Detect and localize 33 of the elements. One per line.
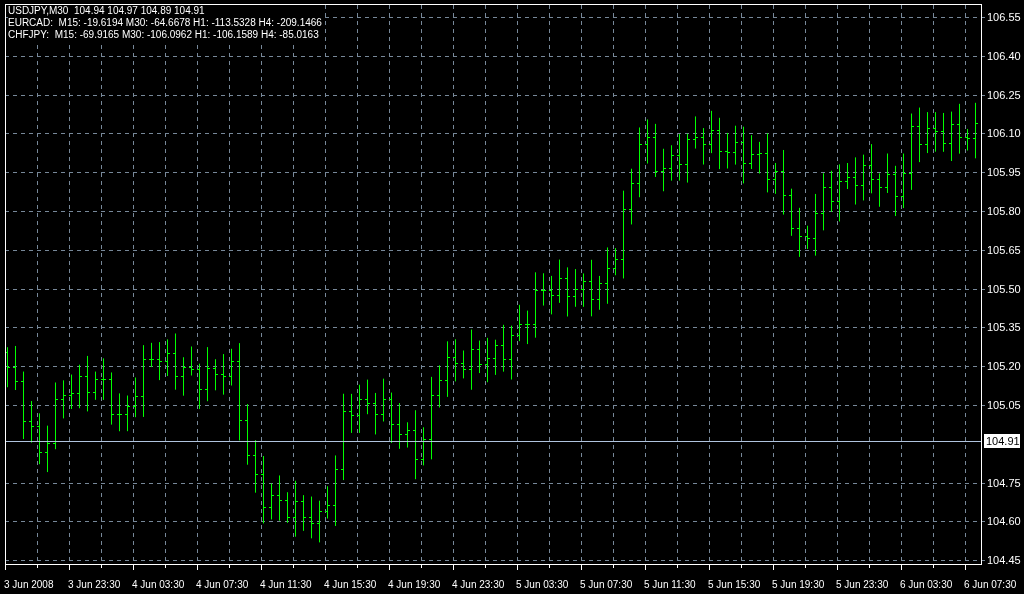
time-label: 4 Jun 03:30 <box>132 579 185 590</box>
time-label: 4 Jun 23:30 <box>452 579 505 590</box>
price-label: 104.45 <box>987 554 1021 567</box>
time-label: 4 Jun 19:30 <box>388 579 441 590</box>
time-label: 5 Jun 19:30 <box>772 579 825 590</box>
price-label: 105.05 <box>987 399 1021 412</box>
time-label: 4 Jun 15:30 <box>324 579 377 590</box>
time-label: 5 Jun 23:30 <box>836 579 889 590</box>
current-price-tag: 104.91 <box>984 434 1020 448</box>
time-label: 3 Jun 23:30 <box>68 579 121 590</box>
price-label: 104.75 <box>987 476 1021 489</box>
price-label: 106.55 <box>987 11 1021 23</box>
time-label: 3 Jun 2008 <box>4 579 54 590</box>
price-label: 105.95 <box>987 166 1021 179</box>
price-label: 105.35 <box>987 321 1021 334</box>
price-label: 106.40 <box>987 49 1021 62</box>
time-label: 5 Jun 03:30 <box>516 579 569 590</box>
price-label: 105.65 <box>987 243 1021 256</box>
price-label: 105.80 <box>987 205 1021 217</box>
time-label: 4 Jun 07:30 <box>196 579 249 590</box>
time-label: 6 Jun 03:30 <box>900 579 953 590</box>
price-label: 105.20 <box>987 360 1021 373</box>
time-label: 4 Jun 11:30 <box>260 579 312 590</box>
indicator-text: CHFJPY: M15: -69.9165 M30: -106.0962 H1: -106.1589 H4: -85.0163 <box>8 29 322 41</box>
price-label: 104.60 <box>987 515 1021 528</box>
time-label: 5 Jun 15:30 <box>708 579 761 590</box>
price-label: 106.10 <box>987 127 1021 140</box>
price-label: 106.25 <box>987 88 1021 101</box>
time-label: 6 Jun 07:30 <box>964 579 1017 590</box>
time-label: 5 Jun 11:30 <box>644 579 696 590</box>
indicator-text: EURCAD: M15: -19.6194 M30: -64.6678 H1: -113.5328 H4: -209.1466 <box>8 17 322 29</box>
price-label: 105.50 <box>987 282 1021 295</box>
time-label: 5 Jun 07:30 <box>580 579 633 590</box>
